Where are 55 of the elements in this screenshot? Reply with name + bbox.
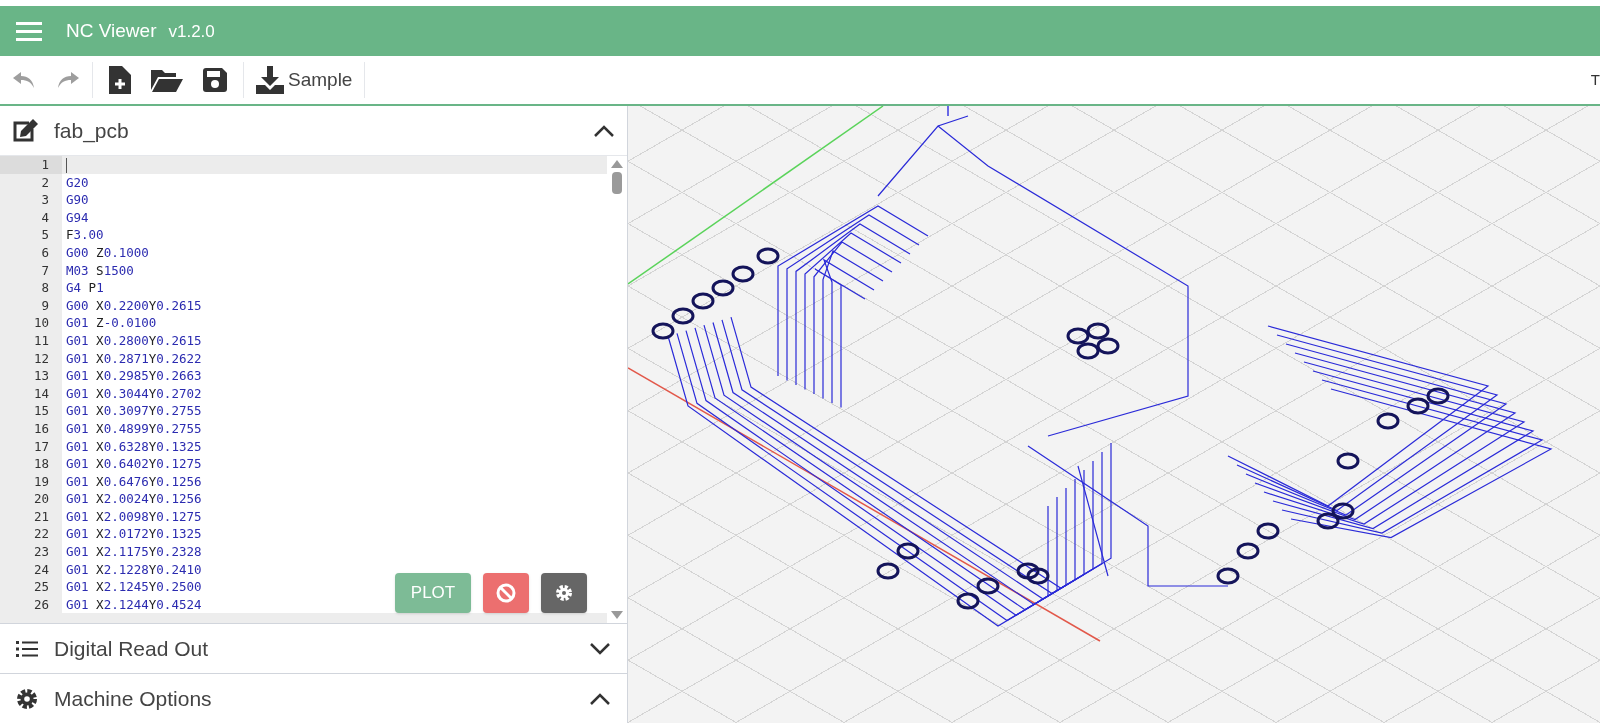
code-line: G01 X2.0024Y0.1256 [66, 491, 202, 507]
redo-icon[interactable] [56, 71, 80, 89]
settings-icon [555, 584, 573, 602]
code-line: G01 X2.1244Y0.4524 [66, 596, 202, 612]
code-line: G00 Z0.1000 [66, 244, 149, 260]
folder-icon[interactable] [151, 68, 183, 92]
code-line: G01 X0.2800Y0.2615 [66, 332, 202, 348]
undo-icon[interactable] [12, 71, 36, 89]
code-line: G01 X2.0098Y0.1275 [66, 508, 202, 524]
edit-icon [12, 118, 38, 143]
code-line: G4 P1 [66, 280, 104, 296]
code-line: G94 [66, 209, 89, 225]
section-header[interactable]: Digital Read Out [0, 623, 627, 673]
code-line: G01 X2.1175Y0.2328 [66, 544, 202, 560]
z-axis-line [947, 106, 949, 117]
code-line: G00 X0.2200Y0.2615 [66, 297, 202, 313]
code-line: G01 X0.6476Y0.1256 [66, 473, 202, 489]
new-file-icon[interactable] [109, 66, 131, 94]
list-icon [16, 639, 38, 658]
text-cursor [66, 158, 67, 173]
toolpath-viewer[interactable] [628, 106, 1600, 723]
code-line: F3.00 [66, 227, 104, 243]
app-version: v1.2.0 [168, 20, 215, 43]
code-line: G01 X0.6402Y0.1275 [66, 456, 202, 472]
panel-title: fab_pcb [54, 117, 130, 145]
code-line: G01 X0.3044Y0.2702 [66, 385, 202, 401]
line-number: 1 [0, 156, 62, 174]
section-title: Digital Read Out [54, 635, 210, 662]
code-line: G01 Z-0.0100 [66, 315, 157, 331]
code-line: G01 X2.0172Y0.1325 [66, 526, 202, 542]
download-icon [256, 66, 284, 94]
code-line: G01 X2.1245Y0.2500 [66, 579, 202, 595]
gear-icon [16, 687, 38, 710]
settings-button[interactable] [541, 573, 587, 613]
scroll-down-icon[interactable] [611, 611, 623, 619]
app-title: NC Viewer [66, 18, 157, 43]
code-line: G90 [66, 192, 89, 208]
code-line: G01 X0.4899Y0.2755 [66, 420, 202, 436]
code-line: G01 X0.3097Y0.2755 [66, 403, 202, 419]
scrollbar-thumb[interactable] [612, 172, 622, 194]
save-icon[interactable] [203, 68, 227, 92]
code-line: G01 X0.2985Y0.2663 [66, 368, 202, 384]
prohibited-icon [496, 583, 516, 603]
stop-button[interactable] [483, 573, 529, 613]
menu-icon[interactable] [16, 21, 42, 41]
code-line: G01 X2.1228Y0.2410 [66, 561, 202, 577]
code-line: G01 X0.2871Y0.2622 [66, 350, 202, 366]
code-line: G20 [66, 174, 89, 190]
scroll-up-icon[interactable] [611, 160, 623, 168]
section-title: Machine Options [54, 685, 213, 712]
code-line: M03 S1500 [66, 262, 134, 278]
sample-button[interactable]: Sample [244, 56, 365, 104]
code-line: G01 X0.6328Y0.1325 [66, 438, 202, 454]
toolbar-text: T [1590, 69, 1600, 90]
section-header[interactable]: Machine Options [0, 673, 627, 723]
